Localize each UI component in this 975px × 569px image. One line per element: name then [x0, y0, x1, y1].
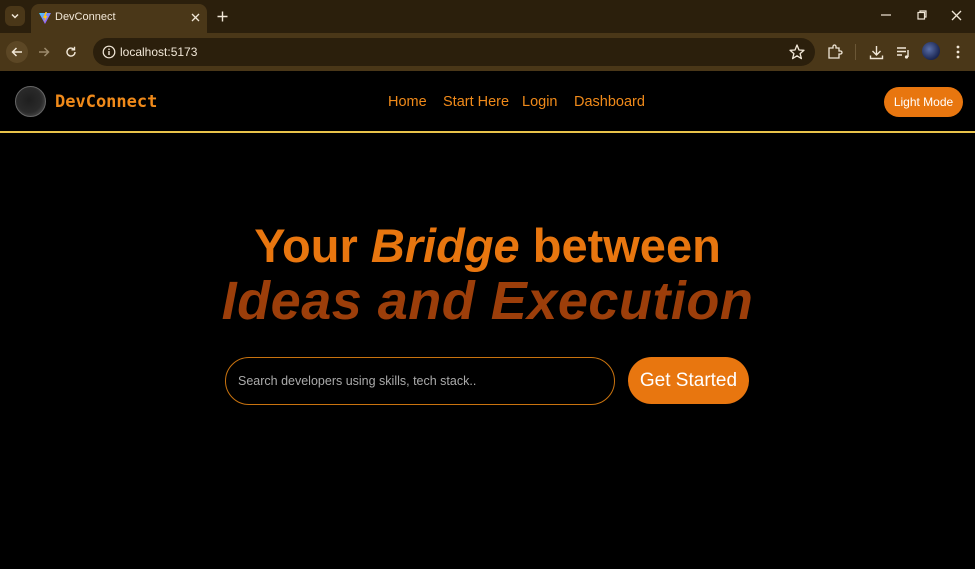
minimize-button[interactable]: [872, 3, 900, 27]
close-icon: [951, 10, 961, 20]
profile-avatar[interactable]: [922, 42, 940, 60]
toolbar-divider: [855, 44, 856, 60]
browser-menu-button[interactable]: [948, 42, 968, 62]
reload-icon: [66, 46, 76, 57]
puzzle-icon: [828, 44, 843, 59]
more-vertical-icon: [956, 45, 960, 59]
extensions-button[interactable]: [825, 42, 845, 62]
browser-tab-bar: DevConnect: [0, 0, 975, 33]
hero-heading-line1: Your Bridge between: [0, 218, 975, 273]
brand-name[interactable]: DevConnect: [55, 92, 157, 112]
nav-link-login[interactable]: Login: [522, 94, 557, 110]
close-window-button[interactable]: [942, 3, 970, 27]
playlist-icon: [896, 46, 909, 59]
browser-tab[interactable]: DevConnect: [31, 4, 207, 33]
tab-close-button[interactable]: [187, 9, 203, 25]
vite-logo-icon: [39, 12, 51, 24]
arrow-right-icon: [39, 47, 50, 57]
address-bar[interactable]: localhost:5173: [93, 38, 815, 66]
light-mode-toggle-button[interactable]: Light Mode: [884, 87, 963, 117]
nav-link-start-here[interactable]: Start Here: [443, 94, 509, 110]
developer-search-input[interactable]: [238, 358, 604, 404]
developer-search-box[interactable]: [225, 357, 615, 405]
tab-title: DevConnect: [55, 11, 116, 23]
nav-link-home[interactable]: Home: [388, 94, 427, 110]
app-navbar: DevConnect Home Start Here Login Dashboa…: [0, 71, 975, 133]
tab-search-button[interactable]: [5, 6, 25, 26]
minimize-icon: [881, 14, 891, 16]
url-text[interactable]: localhost:5173: [120, 45, 197, 59]
get-started-button[interactable]: Get Started: [628, 357, 749, 404]
arrow-left-icon: [11, 47, 22, 57]
hero-heading-line2: Ideas and Execution: [221, 271, 754, 331]
chevron-down-icon: [11, 13, 19, 19]
download-icon: [869, 45, 883, 59]
downloads-button[interactable]: [866, 42, 886, 62]
hero-word-between: between: [532, 219, 721, 272]
media-controls-button[interactable]: [893, 42, 913, 62]
new-tab-button[interactable]: [213, 7, 231, 25]
logo-icon[interactable]: [15, 86, 46, 117]
hero-word-your: Your: [254, 219, 358, 272]
bookmark-star-icon[interactable]: [788, 43, 806, 61]
restore-icon: [917, 10, 927, 20]
reload-button[interactable]: [60, 41, 82, 63]
nav-link-dashboard[interactable]: Dashboard: [574, 94, 645, 110]
forward-button[interactable]: [33, 41, 55, 63]
back-button[interactable]: [6, 41, 28, 63]
close-icon: [191, 13, 199, 21]
browser-toolbar: localhost:5173: [0, 33, 975, 71]
hero-word-bridge: Bridge: [370, 219, 520, 272]
plus-icon: [217, 11, 227, 21]
info-icon[interactable]: [102, 45, 116, 59]
restore-button[interactable]: [908, 3, 936, 27]
